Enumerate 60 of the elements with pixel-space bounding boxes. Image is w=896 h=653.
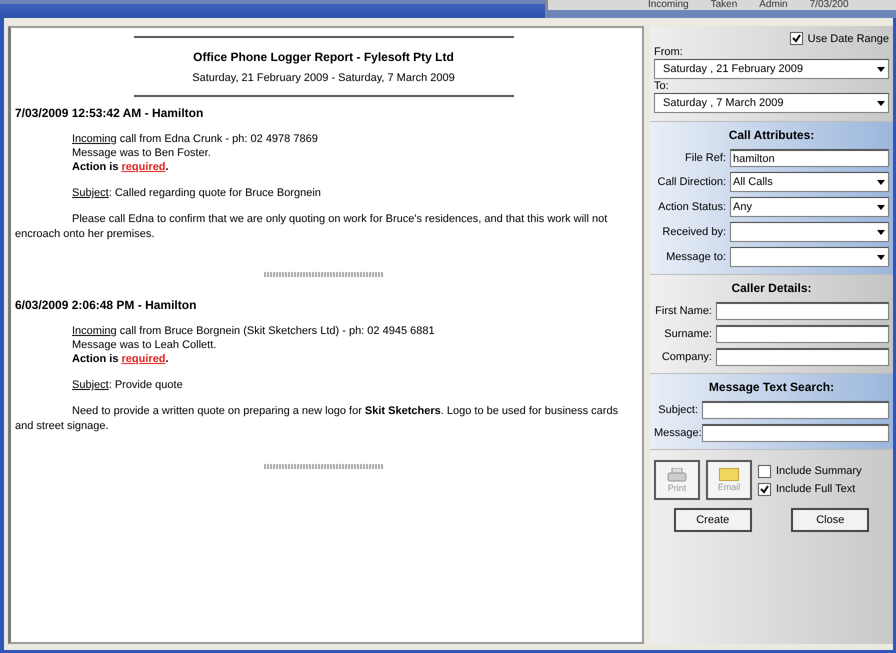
report-title: Office Phone Logger Report - Fylesoft Pty Ltd — [192, 50, 455, 64]
action-line: Action is required. — [71, 352, 170, 366]
entry-heading: 6/03/2009 2:06:48 PM - Hamilton — [15, 298, 198, 312]
call-line: Incoming call from Edna Crunk - ph: 02 4978 7869 — [71, 132, 319, 146]
field-label: Message to: — [665, 251, 726, 263]
table-cell: 7/03/200 — [810, 0, 849, 10]
caret-icon — [877, 180, 885, 184]
dropdown[interactable] — [730, 222, 889, 242]
field-label: Surname: — [663, 328, 712, 340]
printer-icon — [667, 468, 687, 482]
input-field[interactable] — [702, 401, 889, 419]
envelope-icon — [719, 468, 739, 481]
caret-icon — [877, 66, 885, 72]
input-field[interactable] — [716, 325, 889, 343]
caret-icon — [877, 230, 885, 234]
dropdown[interactable]: Any — [730, 197, 889, 217]
checkbox-label: Include Full Text — [776, 483, 856, 495]
close-button[interactable]: Close — [791, 508, 870, 532]
field-label: Received by: — [661, 226, 726, 238]
field-label: Subject: — [657, 404, 698, 416]
message-line: Message was to Leah Collett. — [71, 338, 218, 352]
section-title: Caller Details: — [730, 281, 813, 295]
date-picker[interactable]: Saturday , 21 February 2009 — [654, 59, 889, 79]
date-picker[interactable]: Saturday , 7 March 2009 — [654, 93, 889, 113]
checkbox[interactable] — [790, 32, 803, 45]
message-line: Message was to Ben Foster. — [71, 146, 212, 160]
message-body: Need to provide a written quote on preparing a new logo for Skit Sketchers. Logo to be used for business cards and street signage. — [15, 404, 620, 434]
section-title: Message Text Search: — [708, 380, 836, 394]
caret-icon — [877, 204, 885, 210]
action-line: Action is required. — [71, 160, 170, 174]
dropdown[interactable] — [730, 247, 889, 267]
to-label: To: — [654, 80, 670, 92]
checkbox-label: Include Summary — [776, 465, 862, 477]
subject-line: Subject: Called regarding quote for Bruce Borgnein — [71, 186, 322, 200]
input-field[interactable] — [716, 348, 889, 366]
table-cell: Admin — [759, 0, 788, 10]
caret-icon — [877, 254, 885, 260]
field-label: File Ref: — [684, 152, 726, 164]
report-date-range: Saturday, 21 February 2009 - Saturday, 7 March 2009 — [191, 72, 456, 84]
call-line: Incoming call from Bruce Borgnein (Skit Sketchers Ltd) - ph: 02 4945 6881 — [71, 324, 436, 338]
section-title: Call Attributes: — [728, 128, 816, 142]
subject-line: Subject: Provide quote — [71, 378, 184, 392]
checkbox[interactable] — [758, 464, 771, 478]
from-label: From: — [654, 46, 684, 58]
field-label: Call Direction: — [656, 176, 726, 188]
entry-heading: 7/03/2009 12:53:42 AM - Hamilton — [15, 106, 204, 120]
field-label: Company: — [660, 351, 712, 363]
checkbox-label: Use Date Range — [808, 32, 889, 44]
create-button[interactable]: Create — [674, 508, 752, 532]
field-label: Action Status: — [657, 201, 726, 213]
field-label: First Name: — [654, 305, 712, 317]
checkbox[interactable] — [758, 482, 771, 496]
table-cell: Taken — [710, 0, 738, 10]
input-field[interactable] — [716, 302, 889, 320]
caret-icon — [877, 100, 885, 106]
input-field[interactable]: hamilton — [730, 149, 889, 167]
input-field[interactable] — [702, 424, 889, 442]
dropdown[interactable]: All Calls — [730, 172, 889, 192]
table-cell: Incoming — [648, 0, 689, 10]
message-body: Please call Edna to confirm that we are only quoting on work for Bruce's residences, and that this work will not encroach onto her premises. — [15, 212, 608, 242]
